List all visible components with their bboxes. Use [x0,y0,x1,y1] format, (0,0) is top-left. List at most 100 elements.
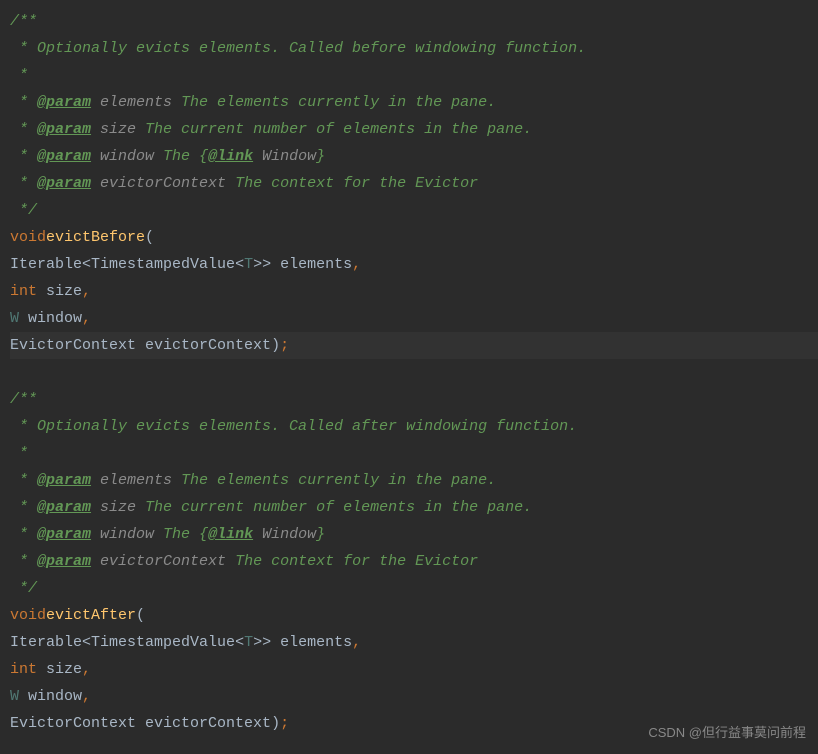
param-name: window [91,521,154,548]
javadoc-prefix: * [10,494,37,521]
type-w: W [10,683,19,710]
code-line: void evictBefore( [10,224,818,251]
javadoc-prefix: * [10,467,37,494]
type-iterable: Iterable [10,251,82,278]
param-desc: The { [154,143,208,170]
lt: < [235,629,244,656]
param-elements: elements [271,629,352,656]
code-line: */ [10,575,818,602]
param-name: evictorContext [91,548,226,575]
param-size: size [37,278,82,305]
link-target: Window [253,143,316,170]
lt: < [235,251,244,278]
param-tag: @param [37,521,91,548]
code-line: * @param evictorContext The context for … [10,548,818,575]
javadoc-open: /** [10,8,37,35]
method-name: evictBefore [46,224,145,251]
javadoc-prefix: * [10,521,37,548]
param-name: size [91,116,136,143]
code-line: */ [10,197,818,224]
param-tag: @param [37,143,91,170]
type-timestamped: TimestampedValue [91,251,235,278]
code-line: W window, [10,305,818,332]
param-tag: @param [37,89,91,116]
param-size: size [37,656,82,683]
param-tag: @param [37,116,91,143]
param-evictor-context: evictorContext [136,710,271,737]
code-editor[interactable]: /** * Optionally evicts elements. Called… [0,0,818,745]
code-line: * Optionally evicts elements. Called aft… [10,413,818,440]
param-window: window [19,305,82,332]
code-line: * @param evictorContext The context for … [10,170,818,197]
javadoc-prefix: * [10,116,37,143]
javadoc-prefix: * [10,89,37,116]
param-evictor-context: evictorContext [136,332,271,359]
link-tag: @link [208,143,253,170]
code-line: W window, [10,683,818,710]
type-iterable: Iterable [10,629,82,656]
code-line: * @param window The {@link Window} [10,521,818,548]
code-line: * @param size The current number of elem… [10,494,818,521]
javadoc-open: /** [10,386,37,413]
param-desc: The current number of elements in the pa… [136,494,532,521]
close-paren: ) [271,332,280,359]
link-target: Window [253,521,316,548]
code-line: int size, [10,278,818,305]
method-name: evictAfter [46,602,136,629]
type-timestamped: TimestampedValue [91,629,235,656]
keyword-void: void [10,602,46,629]
code-line: * @param elements The elements currently… [10,89,818,116]
code-line: * Optionally evicts elements. Called bef… [10,35,818,62]
param-name: elements [91,89,172,116]
code-line: void evictAfter( [10,602,818,629]
param-window: window [19,683,82,710]
javadoc-desc: * Optionally evicts elements. Called aft… [10,413,577,440]
code-line: * [10,62,818,89]
javadoc-desc: * Optionally evicts elements. Called bef… [10,35,586,62]
param-name: evictorContext [91,170,226,197]
link-tag: @link [208,521,253,548]
code-line: int size, [10,656,818,683]
watermark: CSDN @但行益事莫问前程 [648,721,806,744]
code-line: * [10,440,818,467]
code-line-empty [10,359,818,386]
param-desc: The context for the Evictor [226,170,478,197]
gt2: >> [253,629,271,656]
code-line: /** [10,8,818,35]
code-line: /** [10,386,818,413]
param-desc: } [316,143,325,170]
open-paren: ( [136,602,145,629]
javadoc-prefix: * [10,143,37,170]
code-line: * @param window The {@link Window} [10,143,818,170]
javadoc-close: */ [10,197,37,224]
type-w: W [10,305,19,332]
param-desc: } [316,521,325,548]
comma: , [82,683,91,710]
open-paren: ( [145,224,154,251]
keyword-int: int [10,278,37,305]
semicolon: ; [280,710,289,737]
javadoc-empty: * [10,440,28,467]
type-evictor-context: EvictorContext [10,710,136,737]
comma: , [352,251,361,278]
generic-t: T [244,629,253,656]
code-line: Iterable<TimestampedValue<T>> elements, [10,251,818,278]
param-name: elements [91,467,172,494]
param-tag: @param [37,494,91,521]
param-tag: @param [37,170,91,197]
lt: < [82,629,91,656]
javadoc-prefix: * [10,548,37,575]
param-tag: @param [37,548,91,575]
param-desc: The context for the Evictor [226,548,478,575]
param-name: window [91,143,154,170]
gt2: >> [253,251,271,278]
param-desc: The current number of elements in the pa… [136,116,532,143]
param-tag: @param [37,467,91,494]
param-name: size [91,494,136,521]
code-line: * @param size The current number of elem… [10,116,818,143]
comma: , [82,305,91,332]
javadoc-empty: * [10,62,28,89]
close-paren: ) [271,710,280,737]
code-line-highlighted: EvictorContext evictorContext); [10,332,818,359]
param-elements: elements [271,251,352,278]
